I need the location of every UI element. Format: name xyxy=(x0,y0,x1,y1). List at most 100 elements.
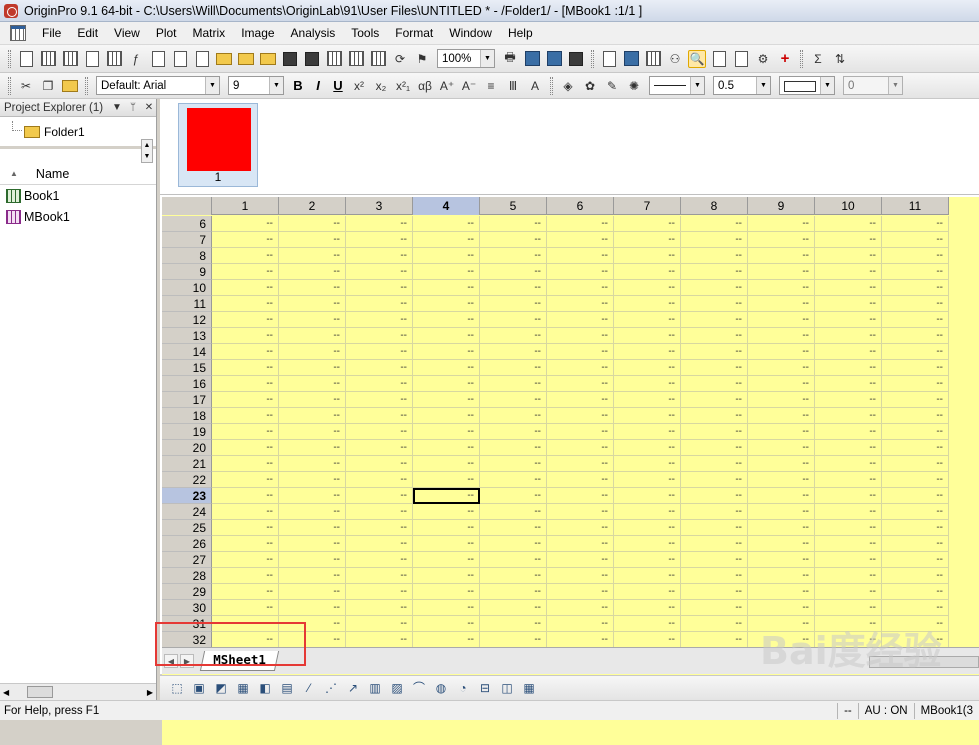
new-workbook-icon[interactable] xyxy=(40,51,56,66)
fill-color-icon[interactable]: ◈ xyxy=(559,77,577,95)
matrix-cell[interactable]: -- xyxy=(480,424,547,440)
matrix-cell[interactable]: -- xyxy=(614,296,681,312)
matrix-cell[interactable]: -- xyxy=(815,440,882,456)
matrix-cell[interactable]: -- xyxy=(346,264,413,280)
menu-plot[interactable]: Plot xyxy=(148,22,185,45)
matrix-cell[interactable]: -- xyxy=(279,440,346,456)
matrix-cell[interactable]: -- xyxy=(815,280,882,296)
refresh-icon[interactable] xyxy=(546,51,562,66)
column-header-9[interactable]: 9 xyxy=(748,197,815,215)
folder-scrollbar[interactable]: ▲ ▼ xyxy=(141,139,153,163)
matrix-cell[interactable]: -- xyxy=(480,488,547,504)
row-header-23[interactable]: 23 xyxy=(162,488,212,504)
matrix-cell[interactable]: -- xyxy=(882,488,949,504)
matrix-cell[interactable]: -- xyxy=(547,520,614,536)
batch-plot-icon[interactable]: ⚑ xyxy=(413,50,431,68)
left-justify-icon[interactable]: ≡ xyxy=(482,77,500,95)
row-header-7[interactable]: 7 xyxy=(162,232,212,248)
matrix-cell[interactable]: -- xyxy=(882,344,949,360)
matrix-cell[interactable]: -- xyxy=(547,616,614,632)
matrix-cell[interactable]: -- xyxy=(547,232,614,248)
matrix-cell[interactable]: -- xyxy=(413,328,480,344)
matrix-cell[interactable]: -- xyxy=(480,376,547,392)
box-chart-icon[interactable]: ⊟ xyxy=(477,680,493,696)
add-column-icon[interactable]: + xyxy=(776,50,794,68)
matrix-cell[interactable]: -- xyxy=(212,536,279,552)
matrix-cell[interactable]: -- xyxy=(413,552,480,568)
matrix-cell[interactable]: -- xyxy=(815,264,882,280)
matrix-cell[interactable]: -- xyxy=(681,536,748,552)
matrix-cell[interactable]: -- xyxy=(413,424,480,440)
matrix-cell[interactable]: -- xyxy=(547,264,614,280)
matrix-cell[interactable]: -- xyxy=(212,552,279,568)
bold-icon[interactable]: B xyxy=(290,78,306,93)
name-column-header[interactable]: ▲ Name xyxy=(0,163,156,185)
matrix-cell[interactable]: -- xyxy=(815,424,882,440)
column-header-10[interactable]: 10 xyxy=(815,197,882,215)
matrix-cell[interactable]: -- xyxy=(815,376,882,392)
explorer-horizontal-scrollbar[interactable]: ◀ ▶ xyxy=(0,683,156,700)
matrix-cell[interactable]: -- xyxy=(279,488,346,504)
subscript-icon[interactable]: x₂ xyxy=(372,77,390,95)
matrix-cell[interactable]: -- xyxy=(346,536,413,552)
row-header-14[interactable]: 14 xyxy=(162,344,212,360)
matrix-cell[interactable]: -- xyxy=(547,552,614,568)
line-tool-icon[interactable]: ⁄ xyxy=(301,680,317,696)
row-header-24[interactable]: 24 xyxy=(162,504,212,520)
matrix-cell[interactable]: -- xyxy=(614,264,681,280)
matrix-cell[interactable]: -- xyxy=(614,392,681,408)
sort-icon[interactable]: ⇅ xyxy=(831,50,849,68)
open-excel-icon[interactable] xyxy=(260,52,276,65)
matrix-cell[interactable]: -- xyxy=(882,296,949,312)
row-header-26[interactable]: 26 xyxy=(162,536,212,552)
matrix-cell[interactable]: -- xyxy=(547,504,614,520)
matrix-cell[interactable]: -- xyxy=(815,472,882,488)
matrix-cell[interactable]: -- xyxy=(882,312,949,328)
matrix-cell[interactable]: -- xyxy=(212,520,279,536)
column-header-3[interactable]: 3 xyxy=(346,197,413,215)
matrix-cell[interactable]: -- xyxy=(681,360,748,376)
active-cell[interactable]: -- xyxy=(413,488,480,504)
matrix-cell[interactable]: -- xyxy=(748,216,815,232)
matrix-cell[interactable]: -- xyxy=(279,344,346,360)
row-header-29[interactable]: 29 xyxy=(162,584,212,600)
matrix-cell[interactable]: -- xyxy=(346,408,413,424)
matrix-cell[interactable]: -- xyxy=(815,552,882,568)
list-item-mbook1[interactable]: MBook1 xyxy=(0,206,156,227)
matrix-cell[interactable]: -- xyxy=(815,408,882,424)
matrix-cell[interactable]: -- xyxy=(681,616,748,632)
column-header-4[interactable]: 4 xyxy=(413,197,480,215)
matrix-cell[interactable]: -- xyxy=(279,280,346,296)
toolbar-grip[interactable] xyxy=(85,76,88,95)
matrix-cell[interactable]: -- xyxy=(547,360,614,376)
matrix-cell[interactable]: -- xyxy=(480,632,547,648)
matrix-cell[interactable]: -- xyxy=(614,248,681,264)
matrix-cell[interactable]: -- xyxy=(413,504,480,520)
matrix-cell[interactable]: -- xyxy=(279,296,346,312)
new-script-icon[interactable] xyxy=(195,50,209,67)
matrix-cell[interactable]: -- xyxy=(279,504,346,520)
matrix-cell[interactable]: -- xyxy=(480,408,547,424)
matrix-cell[interactable]: -- xyxy=(480,600,547,616)
matrix-cell[interactable]: -- xyxy=(346,424,413,440)
matrix-cell[interactable]: -- xyxy=(681,488,748,504)
matrix-cell[interactable]: -- xyxy=(480,504,547,520)
matrix-cell[interactable]: -- xyxy=(681,216,748,232)
new-function-icon[interactable]: ƒ xyxy=(127,50,145,68)
matrix-cell[interactable]: -- xyxy=(346,312,413,328)
new-notes-icon[interactable] xyxy=(173,50,187,67)
pattern-icon[interactable]: ✺ xyxy=(625,77,643,95)
greek-icon[interactable]: αβ xyxy=(416,77,434,95)
matrix-cell[interactable]: -- xyxy=(681,440,748,456)
matrix-cell[interactable]: -- xyxy=(614,520,681,536)
menu-matrix[interactable]: Matrix xyxy=(185,22,234,45)
matrix-cell[interactable]: -- xyxy=(480,472,547,488)
matrix-window-icon[interactable] xyxy=(10,25,26,41)
copy-icon[interactable]: ❐ xyxy=(39,77,57,95)
row-header-10[interactable]: 10 xyxy=(162,280,212,296)
matrix-cell[interactable]: -- xyxy=(212,568,279,584)
matrix-cell[interactable]: -- xyxy=(480,312,547,328)
matrix-cell[interactable]: -- xyxy=(748,552,815,568)
matrix-cell[interactable]: -- xyxy=(748,360,815,376)
save-template-icon[interactable] xyxy=(305,51,319,66)
